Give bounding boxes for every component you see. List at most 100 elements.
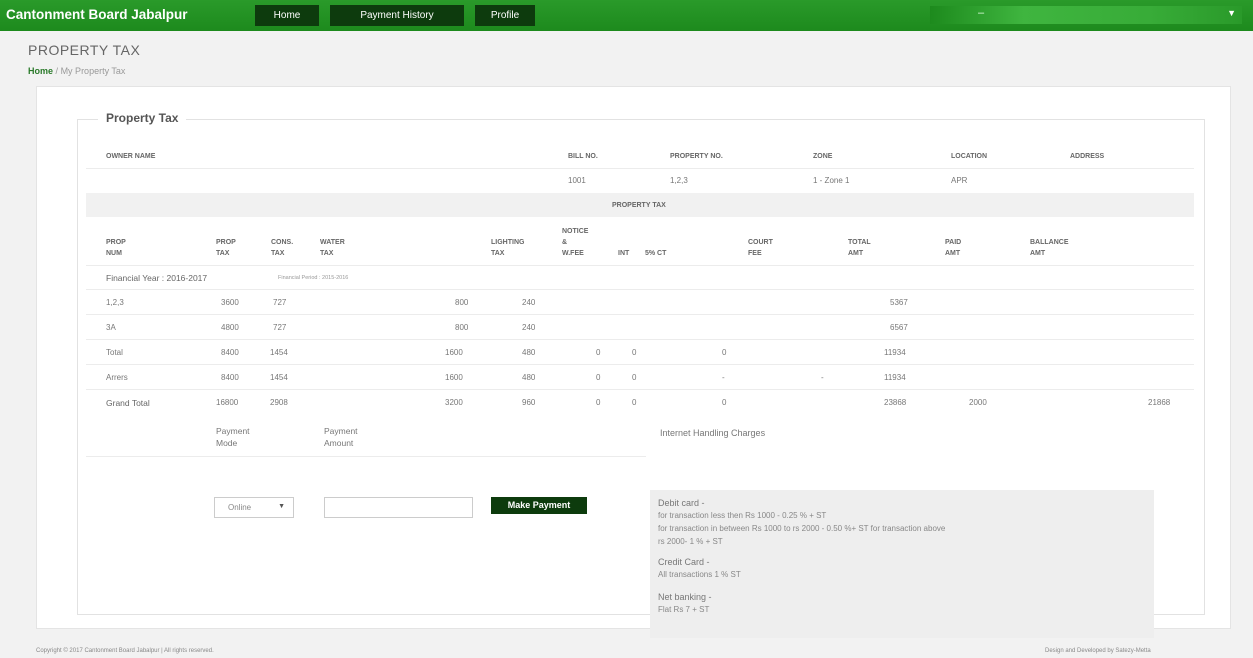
- row-court-fee: -: [821, 373, 824, 382]
- location-value: APR: [951, 176, 968, 185]
- row-cons-tax: 727: [273, 323, 287, 332]
- chevron-down-icon: ▼: [1227, 8, 1236, 18]
- row-water-tax: 800: [455, 323, 469, 332]
- divider: [86, 265, 1194, 266]
- divider: [86, 339, 1194, 340]
- breadcrumb-home-link[interactable]: Home: [28, 66, 53, 76]
- nav-home-button[interactable]: Home: [255, 5, 319, 26]
- col-ct: 5% CT: [645, 250, 667, 257]
- col-balance-amt: BALLANCE AMT: [1030, 239, 1069, 257]
- page-title: PROPERTY TAX: [28, 42, 141, 58]
- payment-amount-label: Payment Amount: [324, 426, 358, 448]
- row-lighting-tax: 240: [522, 298, 536, 307]
- row-paid-amt: 2000: [969, 398, 987, 407]
- internet-charges-box: Debit card - for transaction less then R…: [650, 490, 1154, 638]
- row-ct: 0: [722, 348, 727, 357]
- row-cons-tax: 2908: [270, 398, 288, 407]
- zone-value: 1 - Zone 1: [813, 176, 850, 185]
- breadcrumb: Home / My Property Tax: [28, 66, 125, 76]
- zone-header: ZONE: [813, 153, 833, 160]
- footer-copyright: Copyright © 2017 Cantonment Board Jabalp…: [36, 648, 214, 654]
- bill-no-header: BILL NO.: [568, 153, 598, 160]
- row-total-amt: 11934: [884, 348, 906, 357]
- divider: [86, 389, 1194, 390]
- divider: [86, 456, 646, 457]
- bill-no-value: 1001: [568, 176, 586, 185]
- net-banking-title: Net banking -: [658, 592, 712, 602]
- net-banking-line: Flat Rs 7 + ST: [658, 605, 710, 614]
- address-header: ADDRESS: [1070, 153, 1105, 160]
- row-prop-num: 3A: [106, 323, 116, 332]
- row-balance-amt: 21868: [1148, 398, 1171, 407]
- footer-credit: Design and Developed by Satezy-Metta: [1045, 648, 1151, 654]
- property-tax-fieldset: Property Tax OWNER NAME BILL NO. PROPERT…: [77, 111, 1205, 638]
- location-header: LOCATION: [951, 153, 988, 160]
- divider: [86, 314, 1194, 315]
- row-total-amt: 5367: [890, 298, 908, 307]
- nav-payment-history-button[interactable]: Payment History: [330, 5, 464, 26]
- row-notice-fee: 0: [596, 348, 601, 357]
- debit-card-line: rs 2000- 1 % + ST: [658, 537, 723, 546]
- property-no-header: PROPERTY NO.: [670, 153, 723, 160]
- property-no-value: 1,2,3: [670, 176, 688, 185]
- brand-title[interactable]: Cantonment Board Jabalpur: [6, 7, 188, 22]
- divider: [86, 364, 1194, 365]
- top-navbar: Cantonment Board Jabalpur Home Payment H…: [0, 0, 1253, 31]
- row-cons-tax: 727: [273, 298, 287, 307]
- property-tax-panel: Property Tax OWNER NAME BILL NO. PROPERT…: [36, 86, 1231, 638]
- divider: [86, 168, 1194, 169]
- owner-name-header: OWNER NAME: [106, 153, 156, 160]
- row-prop-tax: 3600: [221, 298, 239, 307]
- col-court-fee: COURT FEE: [748, 239, 773, 257]
- row-lighting-tax: 480: [522, 348, 536, 357]
- row-prop-num: Total: [106, 348, 123, 357]
- row-prop-num: Grand Total: [106, 398, 150, 408]
- user-menu[interactable]: – ▼: [930, 6, 1242, 24]
- credit-card-title: Credit Card -: [658, 557, 710, 567]
- debit-card-title: Debit card -: [658, 498, 705, 508]
- row-water-tax: 1600: [445, 373, 463, 382]
- financial-year-label: Financial Year : 2016-2017: [106, 273, 208, 283]
- chevron-down-icon: ▼: [278, 503, 285, 510]
- col-paid-amt: PAID AMT: [945, 239, 962, 257]
- row-total-amt: 6567: [890, 323, 908, 332]
- row-int: 0: [632, 398, 637, 407]
- debit-card-line: for transaction in between Rs 1000 to rs…: [658, 524, 946, 533]
- financial-period-label: Financial Period : 2015-2016: [278, 275, 349, 281]
- breadcrumb-current: My Property Tax: [60, 66, 126, 76]
- row-prop-num: Arrers: [106, 373, 128, 382]
- nav-profile-button[interactable]: Profile: [475, 5, 535, 26]
- internet-charges-title: Internet Handling Charges: [660, 428, 766, 438]
- row-cons-tax: 1454: [270, 348, 288, 357]
- row-lighting-tax: 240: [522, 323, 536, 332]
- col-prop-tax: PROP TAX: [216, 239, 236, 257]
- col-lighting-tax: LIGHTING TAX: [491, 239, 525, 257]
- divider: [86, 289, 1194, 290]
- row-water-tax: 3200: [445, 398, 463, 407]
- row-int: 0: [632, 348, 637, 357]
- debit-card-line: for transaction less then Rs 1000 - 0.25…: [658, 511, 827, 520]
- property-tax-section-title: PROPERTY TAX: [612, 202, 666, 209]
- row-prop-tax: 8400: [221, 373, 239, 382]
- row-prop-tax: 16800: [216, 398, 239, 407]
- row-cons-tax: 1454: [270, 373, 288, 382]
- col-water-tax: WATER TAX: [320, 239, 345, 257]
- col-total-amt: TOTAL AMT: [848, 239, 871, 257]
- breadcrumb-separator: /: [55, 66, 59, 76]
- row-int: 0: [632, 373, 637, 382]
- row-total-amt: 23868: [884, 398, 907, 407]
- credit-card-line: All transactions 1 % ST: [658, 570, 741, 579]
- row-lighting-tax: 480: [522, 373, 536, 382]
- col-prop-num: PROP NUM: [106, 239, 126, 257]
- make-payment-button[interactable]: Make Payment: [491, 497, 587, 514]
- col-notice-fee: NOTICE & W.FEE: [562, 228, 589, 257]
- row-notice-fee: 0: [596, 373, 601, 382]
- payment-amount-input[interactable]: [324, 497, 473, 518]
- row-water-tax: 800: [455, 298, 469, 307]
- row-water-tax: 1600: [445, 348, 463, 357]
- payment-mode-value: Online: [228, 503, 252, 512]
- row-ct: -: [722, 373, 725, 382]
- row-lighting-tax: 960: [522, 398, 536, 407]
- user-name: –: [978, 7, 985, 19]
- payment-mode-select[interactable]: Online ▼: [214, 497, 294, 518]
